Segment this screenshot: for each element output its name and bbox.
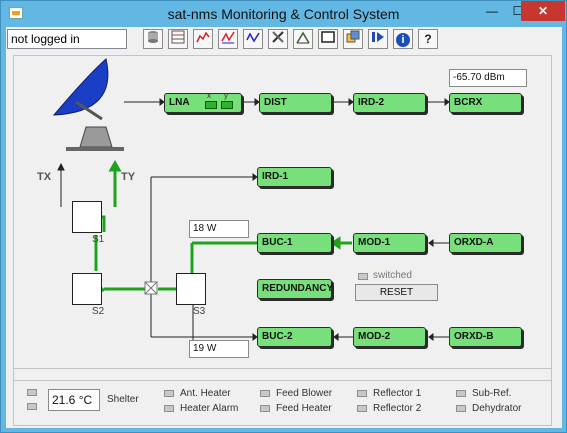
reflector1-label: Reflector 1 [373, 388, 422, 399]
ty-label: TY [121, 171, 136, 183]
block-orxd-a[interactable]: ORXD-A [449, 233, 522, 253]
switched-led [358, 273, 368, 280]
block-buc2[interactable]: BUC-2 [257, 327, 332, 347]
reflector2-label: Reflector 2 [373, 403, 422, 414]
reflector1-led [357, 390, 367, 397]
switched-label: switched [373, 270, 412, 281]
reset-button[interactable]: RESET [355, 284, 438, 301]
lna-x-indicator [205, 101, 217, 109]
shelter-label: Shelter [107, 394, 139, 405]
ant-heater-label: Ant. Heater [180, 388, 231, 399]
tx-label: TX [37, 171, 52, 183]
lna-y-indicator [221, 101, 233, 109]
block-ird2[interactable]: IRD-2 [353, 93, 426, 113]
switch-s3[interactable] [176, 273, 206, 305]
block-redundancy[interactable]: REDUNDANCY [257, 279, 333, 299]
switch-s2-label: S2 [92, 306, 105, 317]
satellite-dish-icon [52, 58, 124, 151]
subref-label: Sub-Ref. [472, 388, 512, 399]
buc2-power-value: 19 W [189, 340, 249, 358]
lna-x-label: x [207, 91, 211, 100]
block-dist[interactable]: DIST [259, 93, 332, 113]
feed-blower-label: Feed Blower [276, 388, 333, 399]
feed-heater-label: Feed Heater [276, 403, 332, 414]
ant-heater-led [164, 390, 174, 397]
title-bar[interactable]: sat-nms Monitoring & Control System — ☐ … [1, 1, 566, 27]
block-ird1[interactable]: IRD-1 [257, 167, 332, 187]
dehydrator-label: Dehydrator [472, 403, 522, 414]
reflector2-led [357, 405, 367, 412]
shelter-led-2 [27, 403, 37, 410]
feed-blower-led [260, 390, 270, 397]
switch-s3-label: S3 [193, 306, 206, 317]
switch-s2[interactable] [72, 273, 102, 305]
bcrx-level-value: -65.70 dBm [449, 69, 527, 87]
subref-led [456, 390, 466, 397]
app-window: sat-nms Monitoring & Control System — ☐ … [0, 0, 567, 433]
block-buc1[interactable]: BUC-1 [257, 233, 332, 253]
buc1-power-value: 18 W [189, 220, 249, 238]
switch-s1-label: S1 [92, 234, 105, 245]
feed-heater-led [260, 405, 270, 412]
temperature-value: 21.6 °C [48, 389, 100, 411]
block-mod1[interactable]: MOD-1 [353, 233, 426, 253]
switch-s1[interactable] [72, 201, 102, 233]
lna-y-label: y [224, 91, 228, 100]
block-orxd-b[interactable]: ORXD-B [449, 327, 522, 347]
shelter-led-1 [27, 389, 37, 396]
heater-alarm-led [164, 405, 174, 412]
dehydrator-led [456, 405, 466, 412]
block-lna-label: LNA [169, 97, 190, 108]
client-area: not logged in i ? LNA x y DIST IRD-2 -65… [6, 27, 562, 428]
close-button[interactable]: ✕ [521, 1, 565, 21]
block-bcrx[interactable]: BCRX [449, 93, 522, 113]
block-mod2[interactable]: MOD-2 [353, 327, 426, 347]
heater-alarm-label: Heater Alarm [180, 403, 239, 414]
minimize-button[interactable]: — [479, 1, 505, 21]
